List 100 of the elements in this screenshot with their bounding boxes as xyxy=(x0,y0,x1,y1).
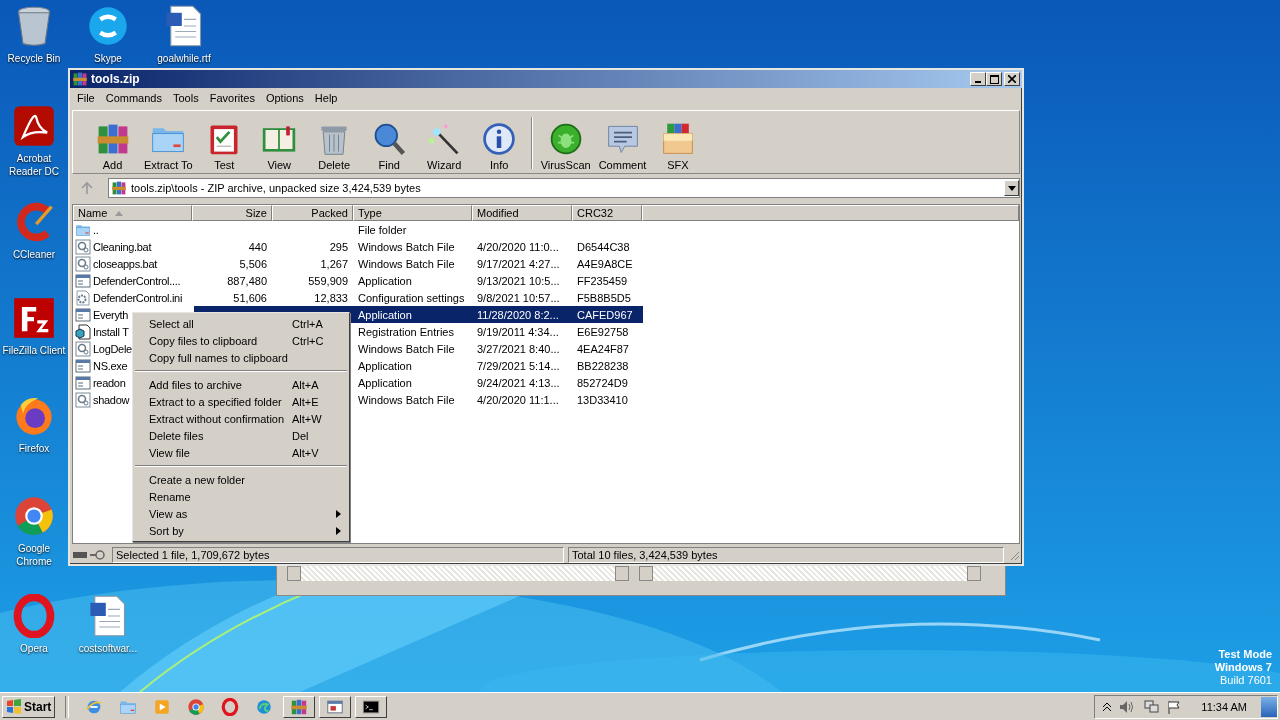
toolbar-button[interactable]: Info xyxy=(471,121,527,171)
gear-file-icon xyxy=(75,391,91,408)
address-field[interactable]: tools.zip\tools - ZIP archive, unpacked size 3,424,539 bytes xyxy=(108,178,1020,198)
column-header[interactable]: Type xyxy=(353,205,472,221)
menu-item[interactable]: Extract without confirmation Alt+W xyxy=(133,410,349,427)
table-cell: 3/27/2021 8:40... xyxy=(477,342,560,355)
toolbar-button[interactable]: Find xyxy=(361,121,417,171)
menu-item[interactable]: View file Alt+V xyxy=(133,444,349,461)
table-cell: 9/8/2021 10:57... xyxy=(477,291,560,304)
menu-item[interactable]: Extract to a specified folder Alt+E xyxy=(133,393,349,410)
file-name[interactable]: Everyth xyxy=(93,308,129,321)
flag-icon[interactable] xyxy=(1167,699,1182,714)
column-header[interactable]: Packed xyxy=(272,205,353,221)
desktop-shortcut[interactable]: Acrobat Reader DC xyxy=(0,104,68,178)
toolbar-button[interactable]: Extract To xyxy=(140,121,197,171)
toolbar-button[interactable]: Comment xyxy=(594,121,651,171)
table-cell: A4E9A8CE xyxy=(577,257,633,270)
table-cell: Registration Entries xyxy=(358,325,454,338)
taskbar-button[interactable] xyxy=(319,695,352,718)
file-name[interactable]: DefenderControl.... xyxy=(93,274,181,287)
menu-item[interactable]: Commands xyxy=(100,92,168,104)
file-name[interactable]: LogDele xyxy=(93,342,132,355)
desktop-shortcut[interactable]: CCleaner xyxy=(0,200,68,261)
toolbar-button[interactable]: View xyxy=(251,121,307,171)
file-name[interactable]: shadow xyxy=(93,393,130,406)
network-icon[interactable] xyxy=(1143,699,1160,714)
menu-item[interactable]: Copy files to clipboard Ctrl+C xyxy=(133,332,349,349)
toolbar-button[interactable]: Wizard xyxy=(416,121,472,171)
menu-item[interactable]: Sort by xyxy=(133,522,349,539)
desktop-shortcut[interactable]: goalwhile.rtf xyxy=(150,4,218,65)
desktop-shortcut[interactable]: FileZilla Client xyxy=(0,296,68,357)
file-name[interactable]: NS.exe xyxy=(93,359,128,372)
window-icon xyxy=(75,374,91,391)
cube-file-icon xyxy=(75,323,91,340)
file-name[interactable]: DefenderControl.ini xyxy=(93,291,183,304)
table-cell: 887,480 xyxy=(227,274,267,287)
speaker-icon[interactable] xyxy=(1119,699,1136,714)
taskbar-button[interactable] xyxy=(283,695,316,718)
table-cell: Application xyxy=(358,274,412,287)
toolbar-button[interactable]: VirusScan xyxy=(536,121,595,171)
start-button[interactable]: Start xyxy=(2,695,56,718)
resize-grip-icon[interactable] xyxy=(1008,549,1020,561)
menu-item[interactable]: Favorites xyxy=(204,92,261,104)
minimize-button[interactable] xyxy=(970,72,986,86)
maximize-button[interactable] xyxy=(986,72,1002,86)
clock[interactable]: 11:34 AM xyxy=(1201,700,1247,713)
chevron-icon[interactable] xyxy=(1103,701,1112,712)
window-title: tools.zip xyxy=(91,72,141,86)
file-name[interactable]: Install T xyxy=(93,325,129,338)
show-desktop-button[interactable] xyxy=(1261,696,1277,717)
column-header[interactable]: Name xyxy=(73,205,192,221)
toolbar-button[interactable]: Add xyxy=(85,121,140,171)
menu-item[interactable]: Add files to archive Alt+A xyxy=(133,376,349,393)
desktop-shortcut[interactable]: Skype xyxy=(74,4,142,65)
table-cell: 4/20/2020 11:0... xyxy=(477,240,559,253)
settings-file-icon xyxy=(75,289,91,306)
scrollbar[interactable] xyxy=(287,566,629,581)
sort-arrow-icon xyxy=(115,210,124,216)
table-cell: Configuration settings xyxy=(358,291,465,304)
system-notice-text: Windows 7 xyxy=(1214,661,1272,674)
toolbar-button[interactable]: Delete xyxy=(306,121,362,171)
file-name[interactable]: readon xyxy=(93,376,126,389)
table-cell: E6E92758 xyxy=(577,325,629,338)
table-cell: Application xyxy=(358,359,412,372)
table-cell: F5B8B5D5 xyxy=(577,291,631,304)
column-header[interactable]: Modified xyxy=(472,205,572,221)
gear-file-icon xyxy=(75,238,91,255)
close-button[interactable] xyxy=(1004,72,1020,86)
table-cell: 852724D9 xyxy=(577,376,628,389)
table-cell: 12,833 xyxy=(314,291,348,304)
table-cell: 1,267 xyxy=(320,257,348,270)
start-flag-icon xyxy=(6,698,22,715)
menu-item[interactable]: Create a new folder xyxy=(133,471,349,488)
menu-item[interactable]: Tools xyxy=(168,92,205,104)
toolbar-button[interactable]: SFX xyxy=(650,121,706,171)
desktop-shortcut[interactable]: Firefox xyxy=(0,394,68,455)
table-cell: Windows Batch File xyxy=(358,257,455,270)
menu-item[interactable]: Options xyxy=(260,92,310,104)
menu-item[interactable]: Rename xyxy=(133,488,349,505)
file-name[interactable]: closeapps.bat xyxy=(93,257,157,270)
play-icon xyxy=(153,697,172,716)
dropdown-arrow-icon xyxy=(1007,185,1016,191)
file-name[interactable]: .. xyxy=(93,223,99,236)
menu-item[interactable]: Delete files Del xyxy=(133,427,349,444)
column-header[interactable]: CRC32 xyxy=(572,205,642,221)
menu-item[interactable]: File xyxy=(72,92,101,104)
wheel-icon xyxy=(187,697,206,716)
file-name[interactable]: Cleaning.bat xyxy=(93,240,152,253)
toolbar-button[interactable]: Test xyxy=(196,121,252,171)
menu-item[interactable]: View as xyxy=(133,505,349,522)
table-cell: Windows Batch File xyxy=(358,240,455,253)
desktop-shortcut[interactable]: Recycle Bin xyxy=(0,4,68,65)
scrollbar[interactable] xyxy=(639,566,981,581)
menu-item[interactable]: Copy full names to clipboard xyxy=(133,349,349,366)
menu-item[interactable]: Select all Ctrl+A xyxy=(133,315,349,332)
taskbar-button[interactable] xyxy=(355,695,388,718)
menu-item[interactable]: Help xyxy=(309,92,344,104)
column-header[interactable]: Size xyxy=(192,205,272,221)
chat-bubble-icon xyxy=(86,4,130,48)
table-cell: 51,606 xyxy=(233,291,267,304)
